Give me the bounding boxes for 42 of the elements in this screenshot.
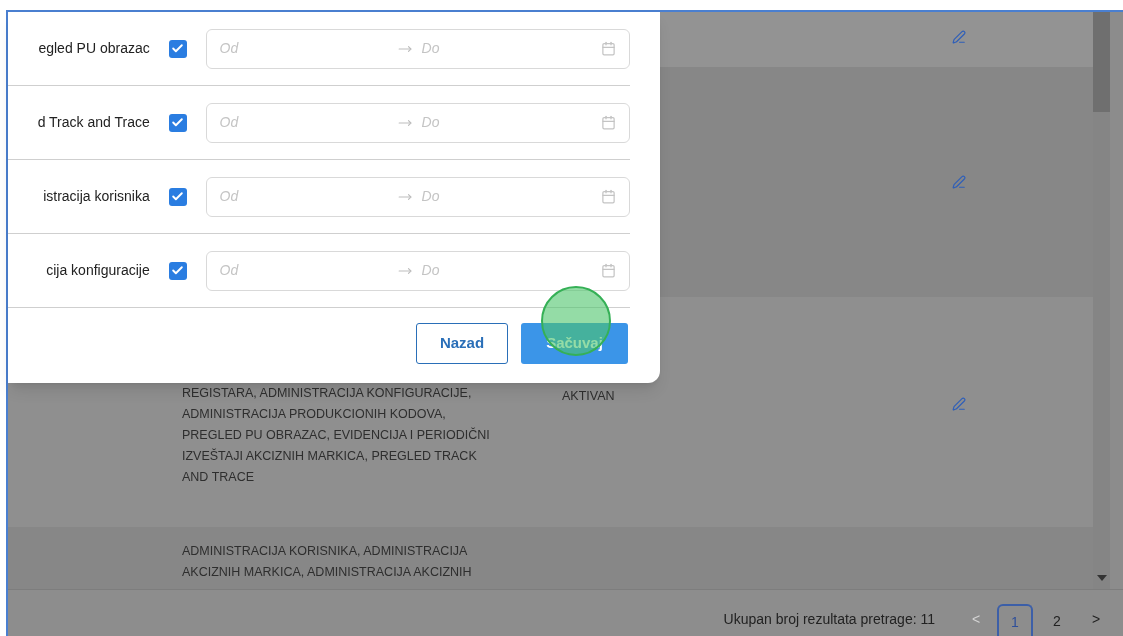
start-date-placeholder: Od: [219, 40, 239, 56]
end-date-placeholder: Do: [421, 40, 440, 56]
edit-icon[interactable]: [952, 397, 966, 411]
check-icon: [171, 116, 185, 129]
permission-checkbox[interactable]: [168, 187, 187, 206]
calendar-icon[interactable]: [601, 115, 616, 130]
date-range-field[interactable]: Od Do: [205, 28, 630, 69]
start-date-placeholder: Od: [219, 262, 239, 278]
date-range-field[interactable]: Od Do: [205, 102, 630, 143]
calendar-icon[interactable]: [601, 263, 616, 278]
end-date-placeholder: Do: [421, 262, 440, 278]
date-range-field[interactable]: Od Do: [205, 250, 630, 291]
check-icon: [171, 190, 185, 203]
permission-label: istracija korisnika: [43, 187, 150, 206]
end-date-placeholder: Do: [421, 114, 440, 130]
back-button[interactable]: Nazad: [416, 323, 508, 364]
permission-checkbox[interactable]: [168, 113, 187, 132]
start-date-placeholder: Od: [219, 114, 239, 130]
edit-icon[interactable]: [952, 175, 966, 189]
date-range-field[interactable]: Od Do: [205, 176, 630, 217]
page-button[interactable]: 1: [997, 604, 1033, 636]
permission-checkbox[interactable]: [168, 261, 187, 280]
calendar-icon[interactable]: [601, 41, 616, 56]
scroll-down-icon[interactable]: [1096, 575, 1107, 581]
start-date-placeholder: Od: [219, 188, 239, 204]
next-page-button[interactable]: >: [1081, 609, 1111, 630]
permission-label: d Track and Trace: [37, 113, 150, 132]
table-cell-text: ADMINISTRACIJA KORISNIKA, ADMINISTRACIJA AKCIZNIH MARKICA, ADMINISTRACIJA AKCIZNIH: [182, 543, 473, 581]
permission-checkbox[interactable]: [168, 39, 187, 58]
check-icon: [171, 42, 185, 55]
calendar-icon[interactable]: [601, 189, 616, 204]
end-date-placeholder: Do: [421, 188, 440, 204]
page-button[interactable]: 2: [1039, 604, 1075, 636]
scrollbar-thumb[interactable]: [1093, 12, 1110, 112]
table-cell-text: REGISTARA, ADMINISTRACIJA KONFIGURACIJE, ADMINISTRACIJA PRODUKCIONIH KODOVA, PREGLED PU OBRAZAC, EVIDENCIJA I PERIODIČNI IZVEŠTAJI AKCIZNIH MARKICA, PREGLED TRACK AND TRACE: [182, 385, 491, 486]
check-icon: [171, 264, 185, 277]
permission-label: cija konfiguracije: [46, 261, 150, 280]
scrollbar[interactable]: [1093, 12, 1110, 589]
table-cell-text: AKTIVAN: [562, 388, 615, 405]
result-count: Ukupan broj rezultata pretrage: 11: [723, 610, 935, 629]
permission-label: egled PU obrazac: [38, 39, 150, 58]
edit-icon[interactable]: [952, 30, 966, 44]
